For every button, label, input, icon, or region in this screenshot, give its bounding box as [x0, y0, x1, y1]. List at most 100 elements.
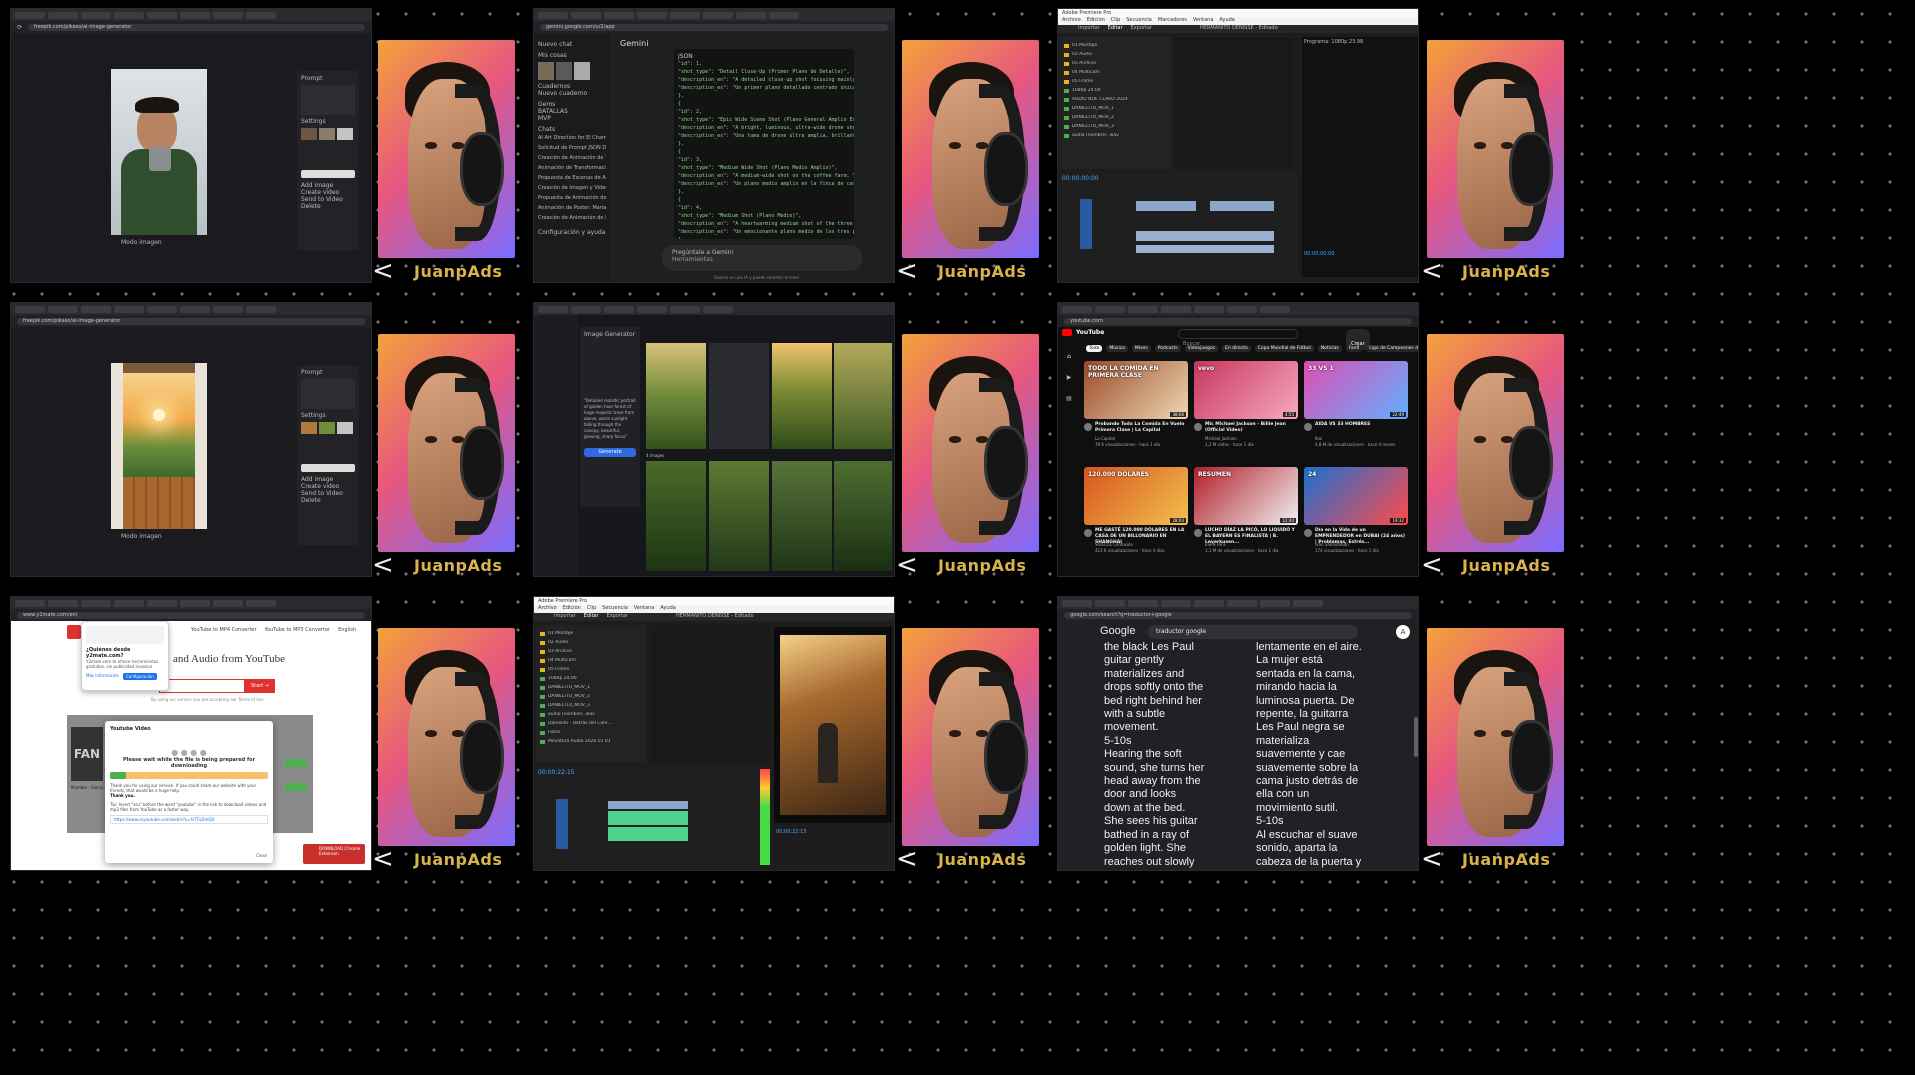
video-thumbnail[interactable]: TODO LA COMIDA EN PRIMERA CLASE 38:06 [1084, 361, 1188, 419]
video-card[interactable]: 24 19:32 Día en la Vida de un EMPRENDEDOR … [1304, 467, 1408, 567]
channel-name[interactable]: La Capital [1095, 436, 1115, 441]
bin-item[interactable]: DANIELITO_MOV_3 [1064, 122, 1166, 131]
chip-4[interactable]: Videojuegos [1184, 345, 1218, 352]
tab-export[interactable]: Exportar [607, 613, 629, 621]
video-thumbnail[interactable]: 33 VS 1 22:49 [1304, 361, 1408, 419]
video-clip[interactable] [608, 801, 688, 809]
reload-icon[interactable]: ⟳ [17, 24, 22, 31]
address-bar[interactable]: www.y2mate.com/en/ [11, 609, 371, 621]
chip-9[interactable]: Liga de Campeones de la UEFA [1366, 345, 1418, 352]
address-bar[interactable]: gemini.google.com/u/2/app [534, 21, 894, 33]
video-card[interactable]: TODO LA COMIDA EN PRIMERA CLASE 38:06 Prob… [1084, 361, 1188, 461]
search-input[interactable]: traductor google [1148, 625, 1358, 639]
menu-delete[interactable]: Delete [301, 203, 355, 210]
video-card[interactable]: vevo 4:55 Mic Michael Jackson - Billie Jea… [1194, 361, 1298, 461]
bin-item[interactable]: DANIELITO_MOV_1 [1064, 104, 1166, 113]
chip-8[interactable]: Fanfi [1345, 345, 1363, 352]
menu-help[interactable]: Ayuda [1219, 17, 1234, 25]
scrollbar[interactable] [1414, 717, 1418, 757]
bin-item[interactable]: AUDIO NOE CLARO 2024 [1064, 95, 1166, 104]
model-select[interactable] [301, 464, 355, 472]
tip-url-field[interactable]: https://www.ssyoutube.com/watch?v=fsTTvD… [110, 815, 268, 824]
url-field[interactable]: freepik.com/pikaso/ai-image-generator [28, 23, 365, 31]
url-input[interactable] [159, 679, 245, 693]
video-thumbnail[interactable]: RESUMEN 12:44 [1194, 467, 1298, 525]
gemini-prompt-input[interactable]: Pregúntale a Gemini Herramientas [662, 245, 862, 271]
channel-avatar[interactable] [1194, 423, 1202, 431]
model-select[interactable] [301, 170, 355, 178]
bin-item[interactable]: 02 Audio [1064, 50, 1166, 59]
popup-config-button[interactable]: Configuración [122, 673, 157, 680]
download-option[interactable] [285, 759, 307, 767]
bin-item[interactable]: Miniatura Audio 2026 01 01 [540, 737, 642, 746]
chip-5[interactable]: En directo [1222, 345, 1251, 352]
chip-0[interactable]: Todo [1086, 345, 1103, 352]
url-field[interactable]: google.com/search?q=traductor+google [1064, 611, 1412, 619]
result-image-men-1[interactable] [646, 461, 706, 571]
chat-item[interactable]: Solicitud de Prompt JSON Detallado [538, 143, 606, 153]
tab-export[interactable]: Exportar [1131, 25, 1153, 33]
channel-name[interactable]: Michael Jackson [1205, 436, 1237, 441]
channel-avatar[interactable] [1304, 529, 1312, 537]
audio-clip-green[interactable] [608, 811, 688, 825]
menu-sequence[interactable]: Secuencia [1126, 17, 1152, 25]
nav-mp4[interactable]: YouTube to MP4 Converter [191, 627, 257, 633]
subscriptions-icon[interactable]: ▤ [1058, 395, 1080, 402]
address-bar[interactable]: ⟳ freepik.com/pikaso/ai-image-generator [11, 21, 371, 33]
y2mate-logo-icon[interactable] [67, 625, 81, 639]
channel-avatar[interactable] [1304, 423, 1312, 431]
chip-2[interactable]: Mixes [1131, 345, 1151, 352]
address-bar[interactable]: youtube.com [1058, 315, 1418, 327]
generate-button[interactable]: Generate [584, 448, 636, 457]
chrome-extension-button[interactable]: DOWNLOAD Chrome Extension [303, 844, 365, 864]
prompt-textarea[interactable] [301, 85, 355, 115]
tab-import[interactable]: Importar [1078, 25, 1100, 33]
video-title[interactable]: Mic Michael Jackson - Billie Jean (Offic… [1205, 422, 1295, 434]
bin-item[interactable]: audio (nombre) .wav [1064, 131, 1166, 140]
menu-clip[interactable]: Clip [1111, 17, 1120, 25]
menu-markers[interactable]: Marcadores [1158, 17, 1187, 25]
start-button[interactable]: Start → [245, 679, 275, 693]
result-image-forest-3[interactable] [834, 343, 892, 449]
address-bar[interactable]: google.com/search?q=traductor+google [1058, 609, 1418, 621]
result-image-forest-1[interactable] [646, 343, 706, 449]
audio-clip[interactable] [1136, 245, 1274, 253]
bin-item[interactable]: DANIELITO_MOV_1 [540, 683, 642, 692]
url-field[interactable]: www.y2mate.com/en/ [17, 611, 365, 619]
video-title[interactable]: Probando Toda La Comida En Vuelo Primera… [1095, 422, 1185, 434]
tab-import[interactable]: Importar [554, 613, 576, 621]
chat-item[interactable]: Propuesta de Escenas de Acción Cine... [538, 173, 606, 183]
bin-item[interactable]: Fotos [540, 728, 642, 737]
search-input[interactable]: Buscar [1178, 329, 1298, 347]
channel-avatar[interactable] [1084, 423, 1092, 431]
video-clip[interactable] [1210, 201, 1274, 211]
chat-item[interactable]: AI Art Direction for El Chambo MVP [538, 133, 606, 143]
channel-avatar[interactable] [1194, 529, 1202, 537]
video-card[interactable]: 120.000 DÓLARES 28:04 ME GASTÉ 120.000 DÓL… [1084, 467, 1188, 567]
chat-item[interactable]: Creación de Animación de Transforma... [538, 153, 606, 163]
video-clip[interactable] [1136, 201, 1196, 211]
menu-send-video[interactable]: Send to Video [301, 490, 355, 497]
tools-button[interactable]: Herramientas [672, 256, 852, 263]
url-field[interactable]: freepik.com/pikaso/ai-image-generator [17, 317, 365, 325]
menu-window[interactable]: Ventana [634, 605, 655, 613]
timeline-panel[interactable]: 00:00:00:00 [1060, 173, 1298, 277]
channel-name[interactable]: ShiaCOL Confusión [1095, 542, 1133, 547]
audio-clip-green[interactable] [608, 827, 688, 841]
gem-mvp[interactable]: MVP [538, 115, 606, 122]
google-logo[interactable]: Google [1100, 625, 1135, 637]
chat-item[interactable]: Propuesta de Animación de Cohetes... [538, 193, 606, 203]
video-thumbnail[interactable]: 24 19:32 [1304, 467, 1408, 525]
menu-window[interactable]: Ventana [1193, 17, 1214, 25]
new-chat-button[interactable]: Nuevo chat [538, 41, 606, 48]
url-field[interactable]: youtube.com [1064, 317, 1412, 325]
settings-help[interactable]: Configuración y ayuda [538, 229, 606, 236]
menu-sequence[interactable]: Secuencia [602, 605, 628, 613]
audio-clip[interactable] [1136, 231, 1274, 241]
chat-item[interactable]: Creación de Imagen y Video MVP [538, 183, 606, 193]
bin-item[interactable]: 1080p 24.00 [540, 674, 642, 683]
result-image-men-3[interactable] [772, 461, 832, 571]
home-icon[interactable]: ⌂ [1058, 353, 1080, 360]
result-image-men-4[interactable] [834, 461, 892, 571]
menu-file[interactable]: Archivo [1062, 17, 1081, 25]
